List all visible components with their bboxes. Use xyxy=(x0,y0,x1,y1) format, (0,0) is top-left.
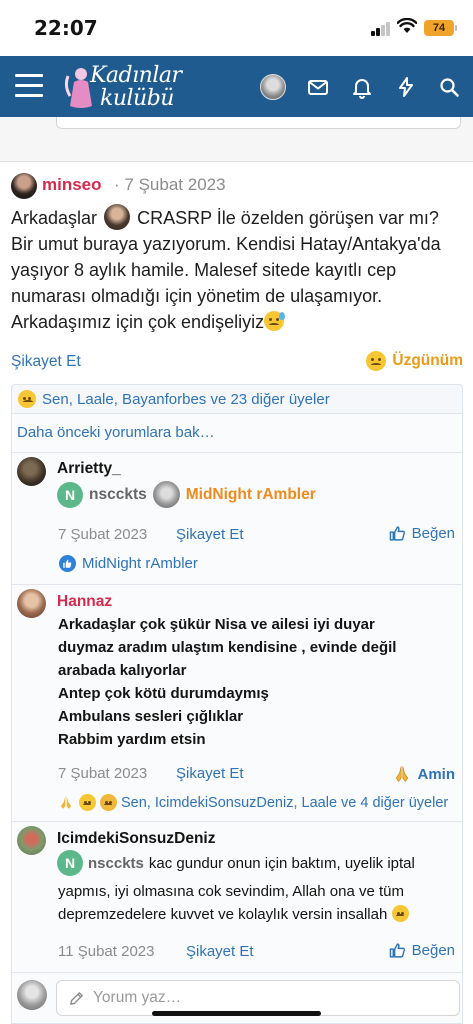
battery-icon: 74 xyxy=(424,20,457,36)
post-date[interactable]: · 7 Şubat 2023 xyxy=(114,175,226,195)
menu-icon[interactable] xyxy=(15,74,43,98)
sad-reaction-button[interactable]: Üzgünüm xyxy=(366,351,463,371)
reactions-summary[interactable]: Sen, IcimdekiSonsuzDeniz, Laale ve 4 diğ… xyxy=(57,794,448,811)
comment-text: yapmıs, iyi olmasına cok sevindim, Allah… xyxy=(58,880,409,926)
avatar: N xyxy=(57,850,83,876)
bell-icon[interactable] xyxy=(350,75,374,99)
previous-reply-box xyxy=(56,117,461,129)
thumbs-up-icon xyxy=(389,943,405,958)
report-link[interactable]: Şikayet Et xyxy=(176,526,244,543)
site-logo[interactable]: Kadınlar kulübü xyxy=(62,62,202,114)
avatar[interactable] xyxy=(17,826,46,855)
bolt-icon[interactable] xyxy=(394,75,418,99)
reactions-summary[interactable]: MidNight rAmbler xyxy=(59,555,198,572)
like-button[interactable]: Beğen xyxy=(389,942,455,959)
like-label: Beğen xyxy=(411,525,455,542)
reaction-label: Amin xyxy=(417,765,456,783)
user-mention[interactable]: nscckts xyxy=(88,855,144,872)
load-more-comments-link[interactable]: Daha önceki yorumlara bak… xyxy=(17,424,215,441)
comment-line: depremzedelere kuvvet ve kolaylık versin… xyxy=(58,903,409,926)
comment-date[interactable]: 7 Şubat 2023 xyxy=(58,526,147,543)
post: minseo · 7 Şubat 2023 Arkadaşlar CRASRP … xyxy=(0,162,473,1024)
logo-text-line1: Kadınlar xyxy=(90,63,182,88)
comment-line: duymaz aradım ulaştım kendisine , evinde… xyxy=(58,639,397,656)
reaction-label: Üzgünüm xyxy=(392,352,463,369)
like-reaction-icon xyxy=(59,555,76,572)
like-label: Beğen xyxy=(411,942,455,959)
user-mention[interactable]: MidNight rAmbler xyxy=(186,486,316,504)
sad-face-icon xyxy=(18,390,36,408)
mention-avatar xyxy=(104,204,131,230)
wifi-icon xyxy=(397,18,417,33)
avatar[interactable] xyxy=(11,173,37,199)
post-date-text: 7 Şubat 2023 xyxy=(124,175,226,194)
comment-input-placeholder: Yorum yaz… xyxy=(93,989,182,1006)
mail-icon[interactable] xyxy=(306,75,330,99)
comments-section: Daha önceki yorumlara bak… Arrietty_ N n… xyxy=(11,414,463,1024)
reactions-summary[interactable]: Sen, Laale, Bayanforbes ve 23 diğer üyel… xyxy=(11,384,463,414)
amin-reaction-button[interactable]: Amin xyxy=(392,764,456,784)
sad-face-icon xyxy=(391,905,409,922)
pencil-icon xyxy=(70,992,83,1005)
comment-text: N nscckts kac gundur onun için baktım, u… xyxy=(57,850,415,876)
comment-date[interactable]: 7 Şubat 2023 xyxy=(58,765,147,782)
date-separator: · xyxy=(114,175,120,194)
divider xyxy=(12,584,462,585)
comment-line: Ambulans sesleri çığlıklar xyxy=(58,708,244,725)
comment-text: N nscckts MidNight rAmbler xyxy=(57,481,316,508)
user-mention[interactable]: nscckts xyxy=(89,486,147,504)
report-link[interactable]: Şikayet Et xyxy=(11,353,81,371)
comment-line: arabada kalıyorlar xyxy=(58,662,187,679)
sad-face-icon xyxy=(366,351,387,371)
avatar xyxy=(152,481,180,508)
avatar[interactable] xyxy=(17,457,46,486)
clock: 22:07 xyxy=(34,16,98,40)
thumbs-up-icon xyxy=(389,526,405,541)
praying-hands-icon xyxy=(61,796,71,809)
comment-author[interactable]: Hannaz xyxy=(57,593,112,611)
avatar: N xyxy=(57,481,83,508)
sad-sweat-emoji-icon xyxy=(264,311,286,331)
avatar xyxy=(17,980,47,1010)
signal-icon xyxy=(371,22,391,36)
previous-post-footer xyxy=(0,117,473,162)
status-bar: 22:07 74 xyxy=(0,0,473,56)
sad-face-icon xyxy=(100,794,117,811)
reactions-text: Sen, Laale, Bayanforbes ve 23 diğer üyel… xyxy=(42,391,330,408)
comment-line: Arkadaşlar çok şükür Nisa ve ailesi iyi … xyxy=(58,616,375,633)
comment-line: Rabbim yardım etsin xyxy=(58,731,206,748)
praying-hands-icon xyxy=(395,766,408,783)
home-indicator[interactable] xyxy=(152,1011,321,1016)
comment-line: yapmıs, iyi olmasına cok sevindim, Allah… xyxy=(58,883,404,900)
logo-text-line2: kulübü xyxy=(100,86,174,111)
reactions-text: Sen, IcimdekiSonsuzDeniz, Laale ve 4 diğ… xyxy=(121,794,449,811)
comment-text: Arkadaşlar çok şükür Nisa ve ailesi iyi … xyxy=(58,613,396,751)
user-avatar[interactable] xyxy=(260,74,286,100)
comment-line: Antep çok kötü durumdaymış xyxy=(58,685,269,702)
post-body: Arkadaşlar CRASRP İle özelden görüşen va… xyxy=(11,204,463,335)
reactions-text: MidNight rAmbler xyxy=(82,555,198,572)
sad-face-icon xyxy=(79,794,96,811)
report-link[interactable]: Şikayet Et xyxy=(186,943,254,960)
report-link[interactable]: Şikayet Et xyxy=(176,765,244,782)
comment-author[interactable]: IcimdekiSonsuzDeniz xyxy=(57,830,215,848)
avatar[interactable] xyxy=(17,589,46,618)
divider xyxy=(12,972,462,973)
post-author[interactable]: minseo xyxy=(42,175,102,195)
search-icon[interactable] xyxy=(437,75,461,99)
like-button[interactable]: Beğen xyxy=(389,525,455,542)
post-body-text: Arkadaşlar xyxy=(11,208,98,228)
post-actions: Şikayet Et Üzgünüm xyxy=(11,351,463,373)
comment-author[interactable]: Arrietty_ xyxy=(57,460,121,478)
user-mention[interactable]: CRASRP xyxy=(137,208,212,228)
divider xyxy=(12,821,462,822)
comment-date[interactable]: 11 Şubat 2023 xyxy=(58,943,154,960)
comment-line: kac gundur onun için baktım, uyelik ipta… xyxy=(148,854,415,872)
divider xyxy=(12,452,462,453)
